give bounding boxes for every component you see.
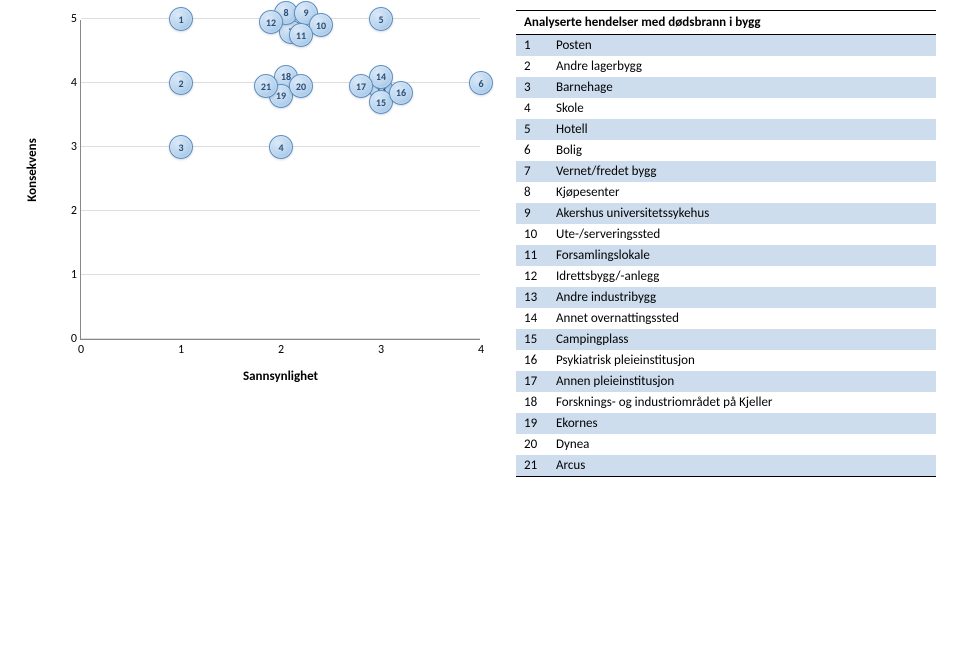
row-number: 8 [516,182,548,203]
table-row: 10Ute-/serveringssted [516,224,936,245]
table-row: 19Ekornes [516,413,936,434]
row-number: 12 [516,266,548,287]
row-number: 15 [516,329,548,350]
row-label: Akershus universitetssykehus [548,203,936,224]
table-row: 8Kjøpesenter [516,182,936,203]
row-label: Andre industribygg [548,287,936,308]
row-label: Vernet/fredet bygg [548,161,936,182]
x-tick-label: 3 [371,343,391,357]
y-tick-label: 3 [59,140,77,154]
scatter-chart: Konsekvens Sannsynlighet 012345012341234… [10,10,500,390]
data-point: 16 [389,81,413,105]
data-point: 12 [259,10,283,34]
y-axis-label: Konsekvens [25,138,40,202]
row-label: Ekornes [548,413,936,434]
row-number: 13 [516,287,548,308]
row-label: Barnehage [548,77,936,98]
row-number: 11 [516,245,548,266]
y-tick-label: 1 [59,268,77,282]
row-label: Dynea [548,434,936,455]
x-tick-label: 1 [171,343,191,357]
row-number: 18 [516,392,548,413]
table-row: 11Forsamlingslokale [516,245,936,266]
plot-area: Sannsynlighet 01234501234123456789101112… [80,20,480,340]
row-label: Forsamlingslokale [548,245,936,266]
row-number: 1 [516,35,548,57]
gridline [81,274,480,275]
row-number: 2 [516,56,548,77]
row-label: Annen pleieinstitusjon [548,371,936,392]
row-number: 5 [516,119,548,140]
x-tick-label: 0 [71,343,91,357]
table-row: 15Campingplass [516,329,936,350]
table-row: 13Andre industribygg [516,287,936,308]
row-label: Campingplass [548,329,936,350]
table-row: 17Annen pleieinstitusjon [516,371,936,392]
row-label: Arcus [548,455,936,477]
table-row: 21Arcus [516,455,936,477]
data-point: 5 [369,7,393,31]
table-row: 18Forsknings- og industriområdet på Kjel… [516,392,936,413]
row-number: 6 [516,140,548,161]
y-tick-label: 4 [59,76,77,90]
row-number: 21 [516,455,548,477]
data-point: 17 [349,74,373,98]
row-label: Hotell [548,119,936,140]
table-row: 12Idrettsbygg/-anlegg [516,266,936,287]
gridline [81,210,480,211]
table-row: 20Dynea [516,434,936,455]
legend-table: Analyserte hendelser med dødsbrann i byg… [516,10,936,477]
y-tick-label: 2 [59,204,77,218]
table-row: 1Posten [516,35,936,57]
row-number: 4 [516,98,548,119]
row-label: Psykiatrisk pleieinstitusjon [548,350,936,371]
data-point: 3 [169,135,193,159]
row-number: 14 [516,308,548,329]
row-number: 10 [516,224,548,245]
x-tick-label: 2 [271,343,291,357]
table-row: 7Vernet/fredet bygg [516,161,936,182]
row-label: Bolig [548,140,936,161]
table-row: 16Psykiatrisk pleieinstitusjon [516,350,936,371]
row-number: 3 [516,77,548,98]
row-label: Annet overnattingssted [548,308,936,329]
row-number: 7 [516,161,548,182]
row-label: Andre lagerbygg [548,56,936,77]
row-number: 16 [516,350,548,371]
data-point: 4 [269,135,293,159]
table-row: 9Akershus universitetssykehus [516,203,936,224]
table-row: 2Andre lagerbygg [516,56,936,77]
table-row: 5Hotell [516,119,936,140]
event-table: Analyserte hendelser med dødsbrann i byg… [516,10,936,477]
row-label: Idrettsbygg/-anlegg [548,266,936,287]
data-point: 6 [469,71,493,95]
data-point: 21 [254,74,278,98]
table-row: 3Barnehage [516,77,936,98]
data-point: 11 [289,23,313,47]
table-row: 4Skole [516,98,936,119]
x-axis-label: Sannsynlighet [243,369,318,384]
row-number: 17 [516,371,548,392]
row-number: 20 [516,434,548,455]
row-label: Forsknings- og industriområdet på Kjelle… [548,392,936,413]
row-label: Ute-/serveringssted [548,224,936,245]
row-number: 9 [516,203,548,224]
figure-container: Konsekvens Sannsynlighet 012345012341234… [10,10,944,477]
row-label: Posten [548,35,936,57]
table-row: 14Annet overnattingssted [516,308,936,329]
y-tick-label: 5 [59,12,77,26]
data-point: 2 [169,71,193,95]
row-label: Skole [548,98,936,119]
gridline [81,338,480,339]
row-label: Kjøpesenter [548,182,936,203]
table-header: Analyserte hendelser med dødsbrann i byg… [516,11,936,35]
row-number: 19 [516,413,548,434]
table-row: 6Bolig [516,140,936,161]
x-tick-label: 4 [471,343,491,357]
data-point: 20 [289,74,313,98]
data-point: 1 [169,7,193,31]
